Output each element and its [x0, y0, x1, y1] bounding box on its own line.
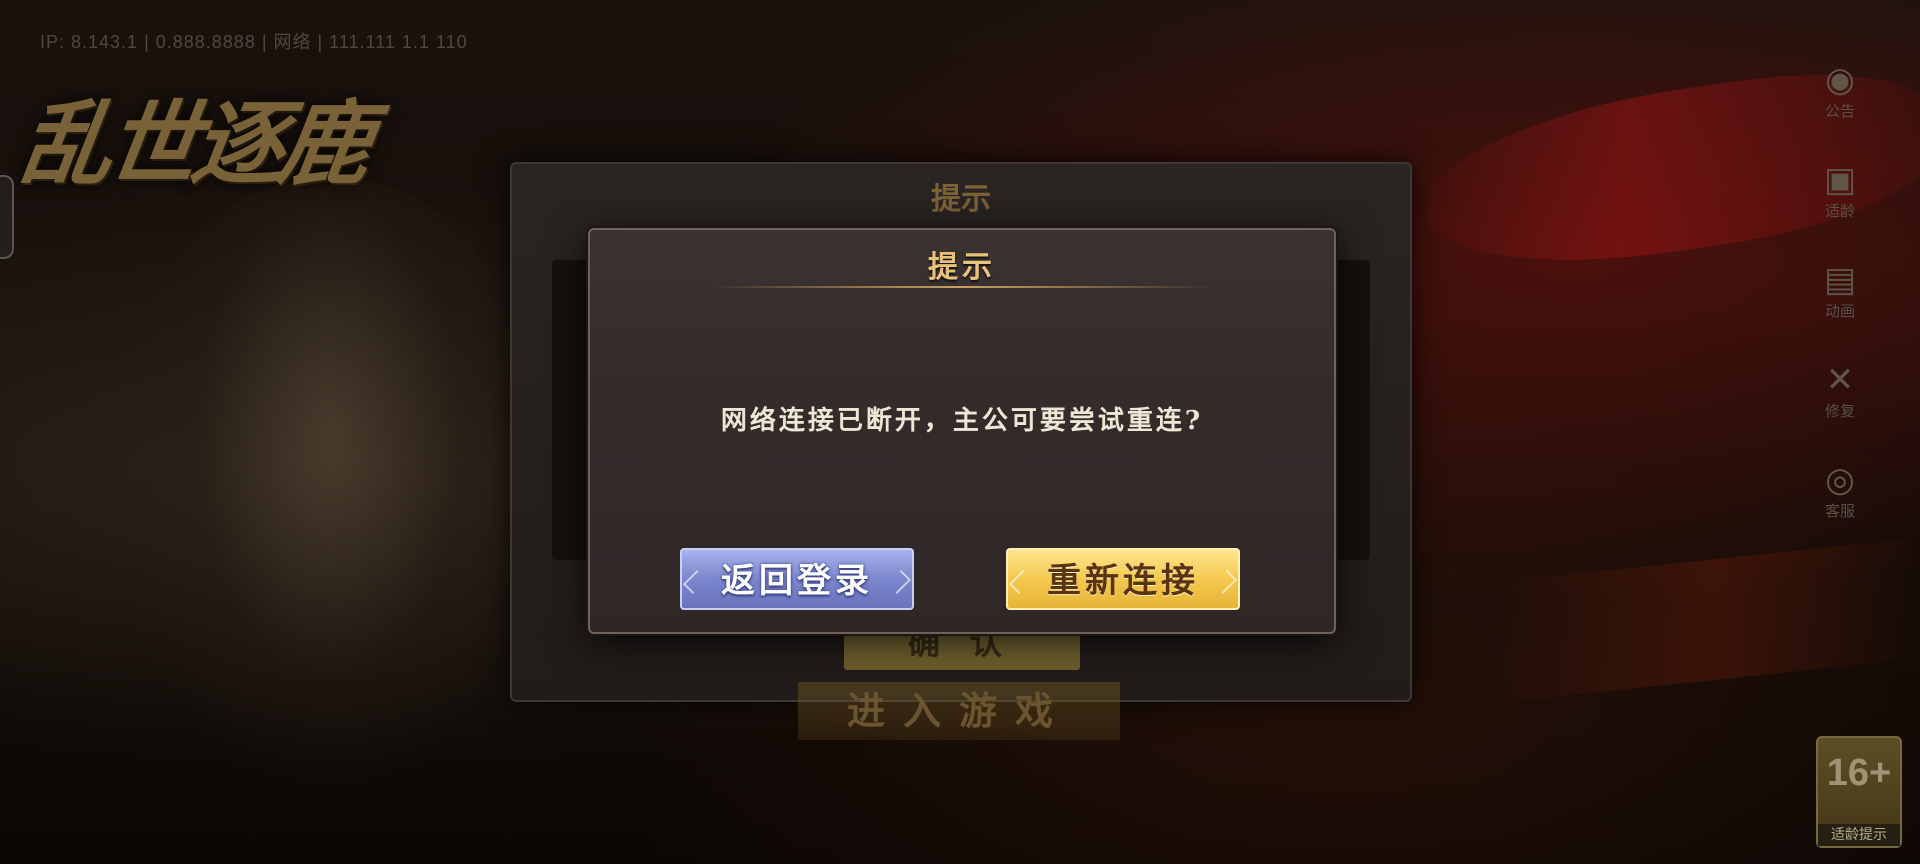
game-logo: 乱世逐鹿 [13, 90, 373, 198]
side-item-label: 客服 [1824, 502, 1855, 520]
age-rating-icon: ▣ [1823, 160, 1857, 200]
background-warrior-art [120, 180, 540, 820]
side-item-label: 适龄 [1824, 202, 1855, 220]
reconnect-button[interactable]: 重新连接 [1006, 548, 1240, 610]
side-item-repair[interactable]: ✕ 修复 [1810, 360, 1870, 432]
enter-game-button[interactable]: 进入游戏 [798, 682, 1120, 740]
age-rating-label: 适龄提示 [1818, 824, 1900, 846]
left-edge-tab[interactable] [0, 175, 14, 259]
announcement-icon: ◉ [1825, 60, 1855, 100]
disconnect-dialog: 提示 网络连接已断开，主公可要尝试重连? 返回登录 重新连接 [588, 228, 1336, 634]
button-ornament-left [1008, 569, 1034, 595]
side-item-announcement[interactable]: ◉ 公告 [1810, 60, 1870, 132]
title-divider [710, 286, 1214, 288]
side-item-label: 公告 [1824, 102, 1855, 120]
side-item-label: 动画 [1824, 302, 1855, 320]
status-bar-text: IP: 8.143.1 | 0.888.8888 | 网络 | 111.111 … [40, 32, 468, 52]
dialog-message: 网络连接已断开，主公可要尝试重连? [720, 406, 1204, 436]
return-login-button[interactable]: 返回登录 [680, 548, 914, 610]
background-ember-streak [1494, 538, 1920, 702]
return-login-label: 返回登录 [721, 561, 873, 601]
repair-icon: ✕ [1825, 360, 1855, 400]
button-ornament-left [682, 569, 708, 595]
dialog-title: 提示 [928, 250, 996, 285]
age-rating-value: 16+ [1826, 752, 1892, 794]
reconnect-label: 重新连接 [1047, 561, 1199, 601]
button-ornament-right [886, 569, 912, 595]
side-item-customer-service[interactable]: ◎ 客服 [1810, 460, 1870, 532]
customer-service-icon: ◎ [1825, 460, 1855, 500]
video-icon: ▤ [1823, 260, 1857, 300]
button-ornament-right [1212, 569, 1238, 595]
side-item-age-rating[interactable]: ▣ 适龄 [1810, 160, 1870, 232]
side-item-label: 修复 [1824, 402, 1855, 420]
game-screen: IP: 8.143.1 | 0.888.8888 | 网络 | 111.111 … [0, 0, 1920, 864]
background-dialog-title: 提示 [931, 182, 991, 217]
age-rating-badge[interactable]: 16+ 适龄提示 [1816, 736, 1902, 848]
side-item-video[interactable]: ▤ 动画 [1810, 260, 1870, 332]
